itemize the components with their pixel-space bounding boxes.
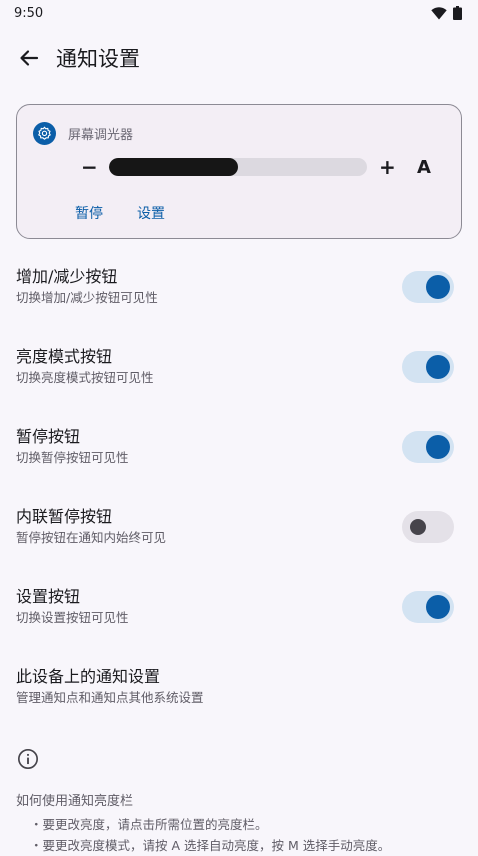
page-title: 通知设置	[56, 47, 140, 71]
setting-title: 增加/减少按钮	[16, 267, 118, 286]
toggle-switch[interactable]	[402, 431, 454, 463]
help-title: 如何使用通知亮度栏	[16, 794, 134, 809]
pause-action-button[interactable]: 暂停	[73, 201, 105, 225]
toggle-knob	[410, 519, 426, 535]
setting-title: 亮度模式按钮	[16, 347, 113, 366]
increase-brightness-button[interactable]: +	[379, 155, 396, 179]
toggle-switch[interactable]	[402, 351, 454, 383]
toggle-switch[interactable]	[402, 591, 454, 623]
settings-action-button[interactable]: 设置	[135, 201, 167, 225]
notification-preview-card: 屏幕调光器 − + A 暂停 设置	[16, 104, 462, 239]
setting-subtitle: 切换增加/减少按钮可见性	[16, 290, 158, 305]
decrease-brightness-button[interactable]: −	[81, 155, 98, 179]
brightness-controls: − + A	[81, 152, 451, 182]
setting-title: 此设备上的通知设置	[16, 667, 161, 686]
settings-gear-icon	[38, 126, 51, 140]
brightness-slider[interactable]	[109, 158, 367, 176]
setting-subtitle: 暂停按钮在通知内始终可见	[16, 530, 167, 545]
app-badge	[33, 122, 56, 145]
setting-pause-button[interactable]: 暂停按钮 切换暂停按钮可见性	[0, 415, 478, 479]
setting-brightness-mode-button[interactable]: 亮度模式按钮 切换亮度模式按钮可见性	[0, 335, 478, 399]
toggle-knob	[426, 435, 450, 459]
status-bar: 9:50	[0, 0, 478, 26]
setting-subtitle: 切换暂停按钮可见性	[16, 450, 129, 465]
setting-subtitle: 管理通知点和通知点其他系统设置	[16, 690, 204, 705]
status-icons	[431, 6, 462, 20]
brightness-mode-button[interactable]: A	[417, 157, 431, 178]
toggle-knob	[426, 355, 450, 379]
notification-app-name: 屏幕调光器	[68, 128, 134, 143]
toggle-switch[interactable]	[402, 511, 454, 543]
toggle-knob	[426, 595, 450, 619]
setting-increase-decrease-buttons[interactable]: 增加/减少按钮 切换增加/减少按钮可见性	[0, 255, 478, 319]
help-item: ・要更改亮度，请点击所需位置的亮度栏。	[30, 817, 268, 832]
info-icon	[18, 749, 38, 769]
setting-title: 暂停按钮	[16, 427, 81, 446]
setting-title: 内联暂停按钮	[16, 507, 113, 526]
setting-subtitle: 切换设置按钮可见性	[16, 610, 129, 625]
system-notification-settings[interactable]: 此设备上的通知设置 管理通知点和通知点其他系统设置	[0, 655, 478, 719]
battery-icon	[453, 6, 462, 20]
notification-header: 屏幕调光器	[33, 122, 133, 145]
toggle-switch[interactable]	[402, 271, 454, 303]
setting-settings-button[interactable]: 设置按钮 切换设置按钮可见性	[0, 575, 478, 639]
help-item: ・要更改亮度模式，请按 A 选择自动亮度，按 M 选择手动亮度。	[30, 838, 391, 853]
setting-title: 设置按钮	[16, 587, 81, 606]
status-time: 9:50	[14, 5, 44, 21]
help-list: ・要更改亮度，请点击所需位置的亮度栏。 ・要更改亮度模式，请按 A 选择自动亮度…	[30, 814, 470, 856]
setting-inline-pause-button[interactable]: 内联暂停按钮 暂停按钮在通知内始终可见	[0, 495, 478, 559]
back-button[interactable]	[14, 43, 44, 73]
wifi-icon	[431, 6, 447, 19]
app-bar: 通知设置	[0, 30, 478, 86]
brightness-slider-fill	[109, 158, 238, 176]
notification-actions: 暂停 设置	[73, 201, 167, 225]
setting-subtitle: 切换亮度模式按钮可见性	[16, 370, 154, 385]
toggle-knob	[426, 275, 450, 299]
arrow-left-icon	[20, 50, 39, 66]
